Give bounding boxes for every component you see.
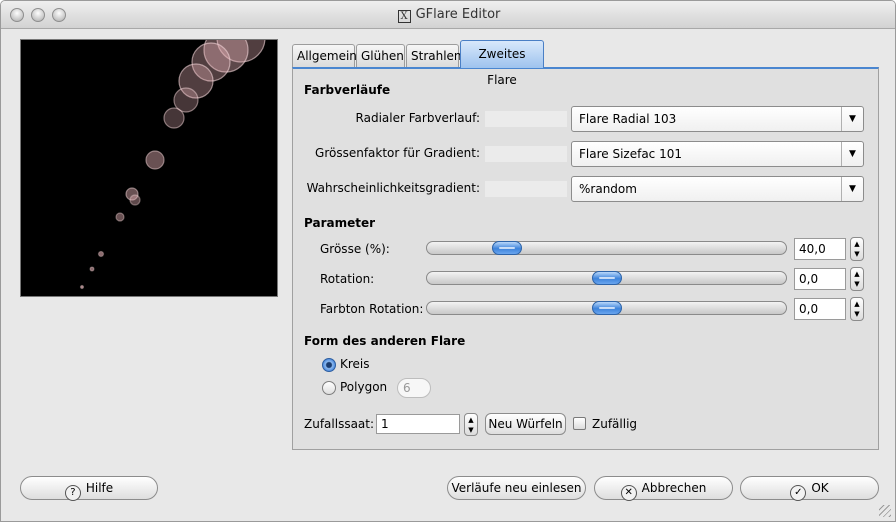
hue-rotation-slider[interactable] xyxy=(426,301,787,315)
shape-circle-label[interactable]: Kreis xyxy=(340,357,370,371)
cancel-button[interactable]: ✕ Abbrechen xyxy=(594,476,733,501)
size-input[interactable]: 40,0 xyxy=(794,238,846,260)
checkmark-icon: ✓ xyxy=(790,485,807,501)
reroll-button[interactable]: Neu Würfeln xyxy=(485,413,566,435)
rotation-stepper[interactable]: ▲ ▼ xyxy=(850,267,864,291)
radial-gradient-preview xyxy=(485,111,567,127)
seed-input[interactable]: 1 xyxy=(376,414,460,434)
size-factor-gradient-preview xyxy=(485,146,567,162)
polygon-sides-input: 6 xyxy=(397,378,431,398)
probability-gradient-preview xyxy=(485,181,567,197)
rotation-label: Rotation: xyxy=(320,272,375,286)
shape-circle-radio[interactable] xyxy=(322,358,336,372)
x11-icon: X xyxy=(397,10,411,23)
tab-allgemein[interactable]: Allgemein xyxy=(292,44,357,68)
rotation-input[interactable]: 0,0 xyxy=(794,268,846,290)
reload-gradients-label: Verläufe neu einlesen xyxy=(451,481,582,495)
section-title-parameters: Parameter xyxy=(304,216,376,230)
hue-rotation-label: Farbton Rotation: xyxy=(320,302,424,316)
ok-button-label: OK xyxy=(811,481,829,495)
radial-gradient-value: Flare Radial 103 xyxy=(579,112,677,126)
tab-gluehen[interactable]: Glühen xyxy=(356,44,405,68)
tab-strahlen[interactable]: Strahlen xyxy=(406,44,462,68)
random-seed-checkbox[interactable] xyxy=(573,417,586,430)
title-bar: X GFlare Editor xyxy=(1,1,895,29)
size-factor-gradient-value: Flare Sizefac 101 xyxy=(579,147,682,161)
radial-gradient-select[interactable]: Flare Radial 103 ▼ xyxy=(571,106,864,132)
cancel-button-label: Abbrechen xyxy=(641,481,707,495)
chevron-down-icon: ▼ xyxy=(841,177,863,201)
window-title: GFlare Editor xyxy=(415,7,501,22)
seed-stepper[interactable]: ▲ ▼ xyxy=(464,413,478,436)
tab-zweites-flare[interactable]: Zweites Flare xyxy=(460,40,544,87)
shape-polygon-label[interactable]: Polygon xyxy=(340,380,387,394)
help-button[interactable]: ? Hilfe xyxy=(20,476,158,501)
size-factor-gradient-label: Grössenfaktor für Gradient: xyxy=(315,146,480,160)
rotation-slider[interactable] xyxy=(426,271,787,285)
hue-rotation-slider-thumb[interactable] xyxy=(592,301,622,315)
probability-gradient-value: %random xyxy=(579,182,637,196)
help-button-label: Hilfe xyxy=(85,481,114,495)
question-mark-icon: ? xyxy=(64,485,81,501)
size-stepper[interactable]: ▲ ▼ xyxy=(850,237,864,261)
hue-rotation-stepper[interactable]: ▲ ▼ xyxy=(850,297,864,321)
size-label: Grösse (%): xyxy=(320,242,390,256)
shape-polygon-radio[interactable] xyxy=(322,381,336,395)
window-title-wrap: X GFlare Editor xyxy=(1,7,895,23)
resize-grip[interactable] xyxy=(879,505,891,517)
tab-panel: Farbverläufe Radialer Farbverlauf: Flare… xyxy=(292,67,879,450)
reload-gradients-button[interactable]: Verläufe neu einlesen xyxy=(447,476,586,500)
hue-rotation-input[interactable]: 0,0 xyxy=(794,298,846,320)
chevron-down-icon: ▼ xyxy=(841,107,863,131)
ok-button[interactable]: ✓ OK xyxy=(740,476,879,501)
seed-label: Zufallssaat: xyxy=(304,417,375,431)
probability-gradient-label: Wahrscheinlichkeitsgradient: xyxy=(306,181,480,195)
gflare-editor-window: X GFlare Editor Allgemein Glühen Strahle… xyxy=(0,0,896,522)
flare-preview-image xyxy=(79,40,266,290)
section-title-shape: Form des anderen Flare xyxy=(304,334,466,348)
section-title-gradients: Farbverläufe xyxy=(304,83,391,97)
size-slider-thumb[interactable] xyxy=(492,241,522,255)
x-circle-icon: ✕ xyxy=(620,485,637,501)
flare-preview xyxy=(20,39,278,297)
probability-gradient-select[interactable]: %random ▼ xyxy=(571,176,864,202)
random-seed-label[interactable]: Zufällig xyxy=(592,417,637,431)
size-slider[interactable] xyxy=(426,241,787,255)
size-factor-gradient-select[interactable]: Flare Sizefac 101 ▼ xyxy=(571,141,864,167)
chevron-down-icon: ▼ xyxy=(841,142,863,166)
radial-gradient-label: Radialer Farbverlauf: xyxy=(355,111,480,125)
rotation-slider-thumb[interactable] xyxy=(592,271,622,285)
